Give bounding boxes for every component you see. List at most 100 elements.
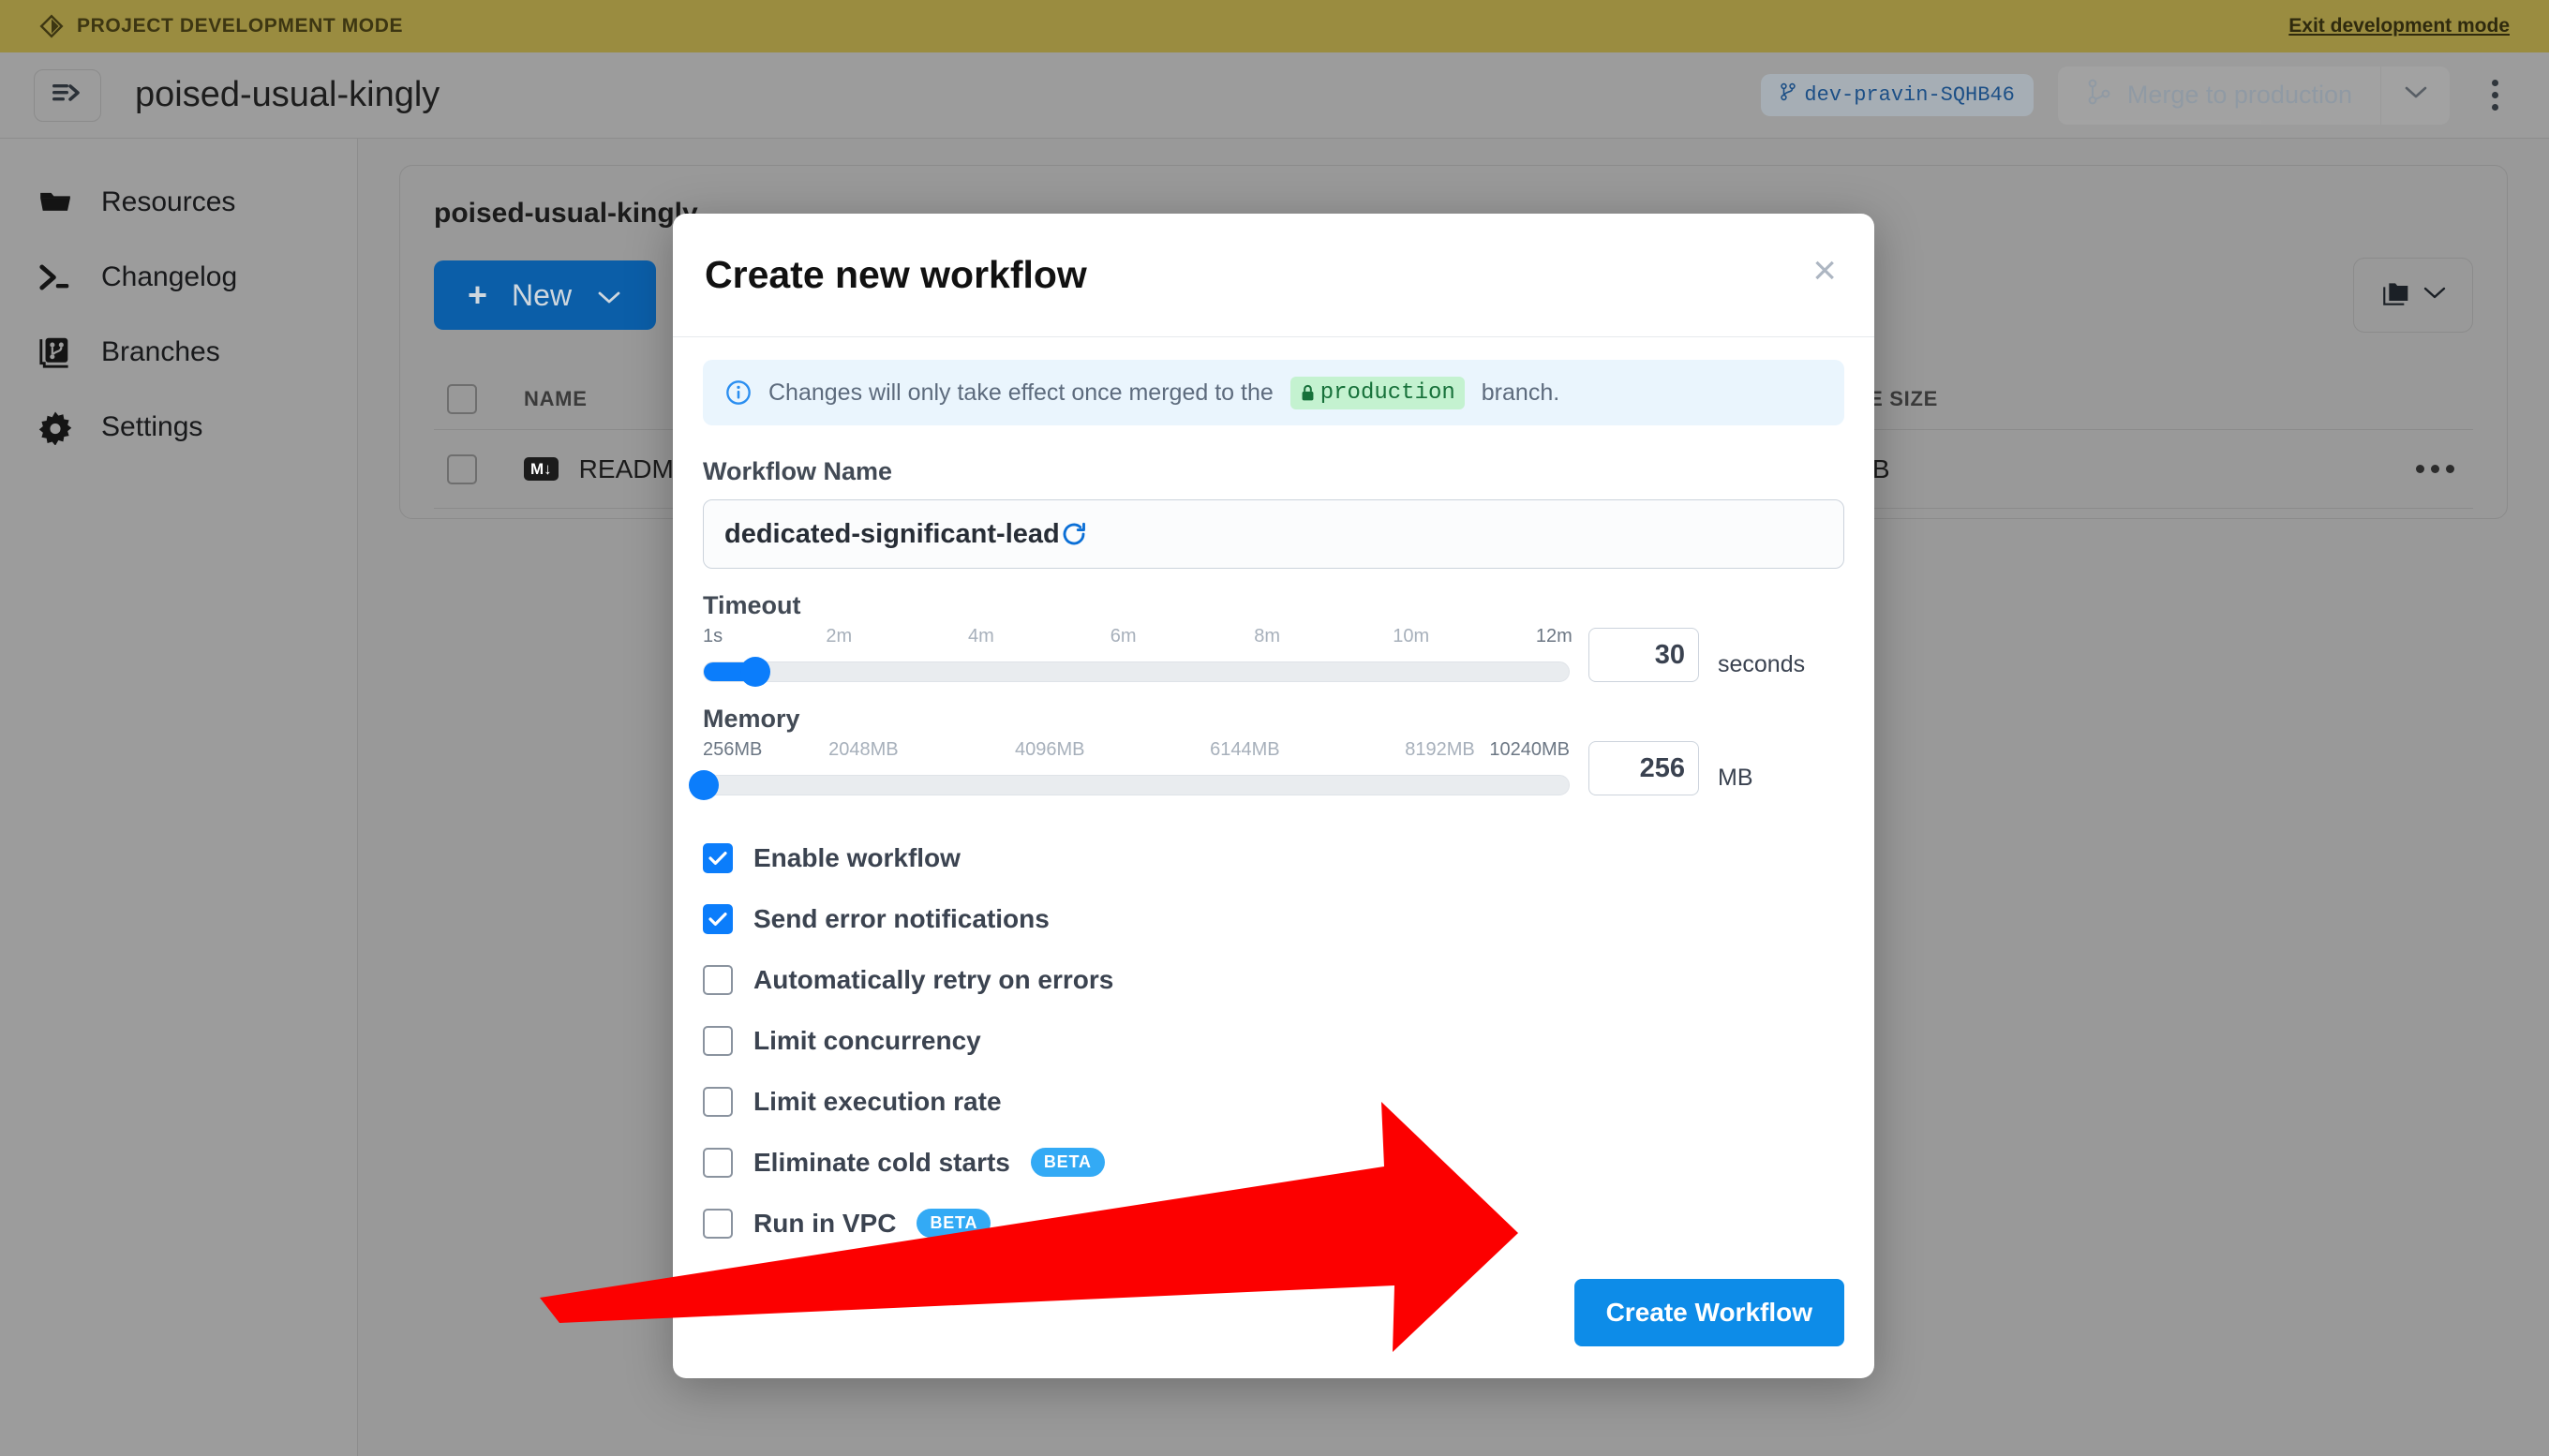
option-label: Eliminate cold starts [753,1147,1010,1177]
memory-track[interactable] [689,770,1570,800]
merge-to-production-group: Merge to production [2057,66,2450,125]
option-send-error-notifications[interactable]: Send error notifications [703,888,1844,949]
more-dot [2431,465,2439,473]
timeout-tick: 12m [1535,626,1573,646]
timeout-tick: 4m [968,626,994,646]
workflow-name-input[interactable]: dedicated-significant-lead [703,499,1844,569]
checkbox[interactable] [703,1147,733,1178]
merge-icon [2086,78,2112,112]
current-branch-chip[interactable]: dev-pravin-SQHB46 [1761,74,2034,116]
option-limit-execution-rate[interactable]: Limit execution rate [703,1071,1844,1132]
branch-icon [37,334,73,370]
modal-header: Create new workflow × [673,214,1874,337]
timeout-tick: 2m [826,626,853,646]
timeout-tick: 1s [703,626,723,646]
modal-footer: Create Workflow [673,1279,1874,1378]
option-label: Enable workflow [753,842,961,872]
page-title: poised-usual-kingly [135,75,440,114]
checkbox[interactable] [703,842,733,873]
option-label: Send error notifications [753,903,1050,933]
row-actions-button[interactable] [2416,465,2473,473]
production-branch-chip: production [1289,376,1465,409]
exit-development-mode-link[interactable]: Exit development mode [2288,15,2510,37]
checkbox[interactable] [703,964,733,995]
option-limit-concurrency[interactable]: Limit concurrency [703,1010,1844,1071]
option-automatically-retry-on-errors[interactable]: Automatically retry on errors [703,949,1844,1010]
memory-unit: MB [1718,765,1753,791]
checkbox[interactable] [703,1208,733,1239]
chevron-down-icon [2404,85,2428,105]
memory-slider-row: 256MB 2048MB 4096MB 6144MB 8192MB 10240M… [689,739,1844,800]
info-banner-prefix: Changes will only take effect once merge… [768,379,1274,406]
branch-icon [1780,82,1796,108]
close-icon[interactable]: × [1807,249,1842,301]
select-all-checkbox[interactable] [447,383,477,414]
checkbox[interactable] [703,1086,733,1117]
create-workflow-button[interactable]: Create Workflow [1573,1279,1844,1346]
checkbox[interactable] [703,903,733,934]
row-checkbox[interactable] [447,453,477,484]
option-eliminate-cold-starts[interactable]: Eliminate cold starts BETA [703,1132,1844,1193]
sidebar-item-branches[interactable]: Branches [0,315,357,390]
row-file-size: 20 B [1836,453,1890,483]
memory-tick: 10240MB [1489,739,1570,760]
timeout-ticks: 1s 2m 4m 6m 8m 10m 12m [703,626,1573,652]
checkbox[interactable] [703,1025,733,1056]
terminal-icon [37,260,73,295]
production-branch-label: production [1319,379,1455,406]
sidebar: Resources Changelog Branches Settings [0,139,358,1456]
app-topbar: poised-usual-kingly dev-pravin-SQHB46 Me… [0,52,2549,139]
timeout-track[interactable] [703,657,1570,687]
memory-value-input[interactable]: 256 [1588,741,1699,795]
option-label: Limit execution rate [753,1086,1002,1116]
column-header-file-size: FILE SIZE [1836,386,1938,410]
folder-view-dropdown[interactable] [2353,258,2473,333]
sidebar-item-label: Branches [101,336,220,367]
info-icon [725,379,752,406]
workflow-name-value: dedicated-significant-lead [724,518,1060,549]
timeout-thumb[interactable] [740,657,771,687]
markdown-icon: M↓ [524,457,559,481]
sidebar-item-label: Resources [101,186,236,217]
option-run-in-vpc[interactable]: Run in VPC BETA [703,1193,1844,1254]
overflow-menu-button[interactable] [2474,67,2515,125]
timeout-value-input[interactable]: 30 [1588,628,1699,682]
sidebar-item-resources[interactable]: Resources [0,165,357,240]
row-select-cell [434,453,524,484]
sidebar-item-label: Changelog [101,261,238,292]
memory-tick: 8192MB [1405,739,1475,760]
memory-slider[interactable]: 256MB 2048MB 4096MB 6144MB 8192MB 10240M… [689,739,1570,800]
merge-to-production-button[interactable]: Merge to production [2058,67,2380,125]
lock-icon [1300,384,1316,402]
timeout-tick: 10m [1393,626,1430,646]
more-icon [2416,465,2454,473]
folders-icon [2379,278,2411,313]
sidebar-item-settings[interactable]: Settings [0,390,357,465]
merge-dropdown-caret[interactable] [2380,66,2450,125]
gear-icon [37,409,73,445]
folder-icon [37,185,73,220]
chevron-down-icon [596,278,622,313]
more-dot [2446,465,2454,473]
modal-title: Create new workflow [705,253,1087,296]
timeout-tick: 8m [1254,626,1281,646]
timeout-slider[interactable]: 1s 2m 4m 6m 8m 10m 12m [703,626,1573,687]
create-workflow-modal: Create new workflow × Changes will only … [673,214,1874,1378]
memory-ticks: 256MB 2048MB 4096MB 6144MB 8192MB 10240M… [703,739,1570,765]
sidebar-toggle-button[interactable] [34,68,101,122]
new-button[interactable]: + New [434,260,657,330]
kebab-dot [2491,92,2498,98]
development-mode-label: PROJECT DEVELOPMENT MODE [77,15,404,37]
topbar-right-group: dev-pravin-SQHB46 Merge to production [1761,66,2515,125]
info-banner-suffix: branch. [1481,379,1560,406]
plus-icon: + [468,275,488,314]
branch-chip-label: dev-pravin-SQHB46 [1804,83,2015,107]
memory-thumb[interactable] [689,770,719,800]
regenerate-name-button[interactable] [1060,520,1088,548]
option-label: Run in VPC [753,1208,897,1238]
option-enable-workflow[interactable]: Enable workflow [703,827,1844,888]
sidebar-collapse-icon [51,80,84,111]
sidebar-item-changelog[interactable]: Changelog [0,240,357,315]
diamond-icon [39,14,64,38]
development-mode-banner-left: PROJECT DEVELOPMENT MODE [39,14,403,38]
